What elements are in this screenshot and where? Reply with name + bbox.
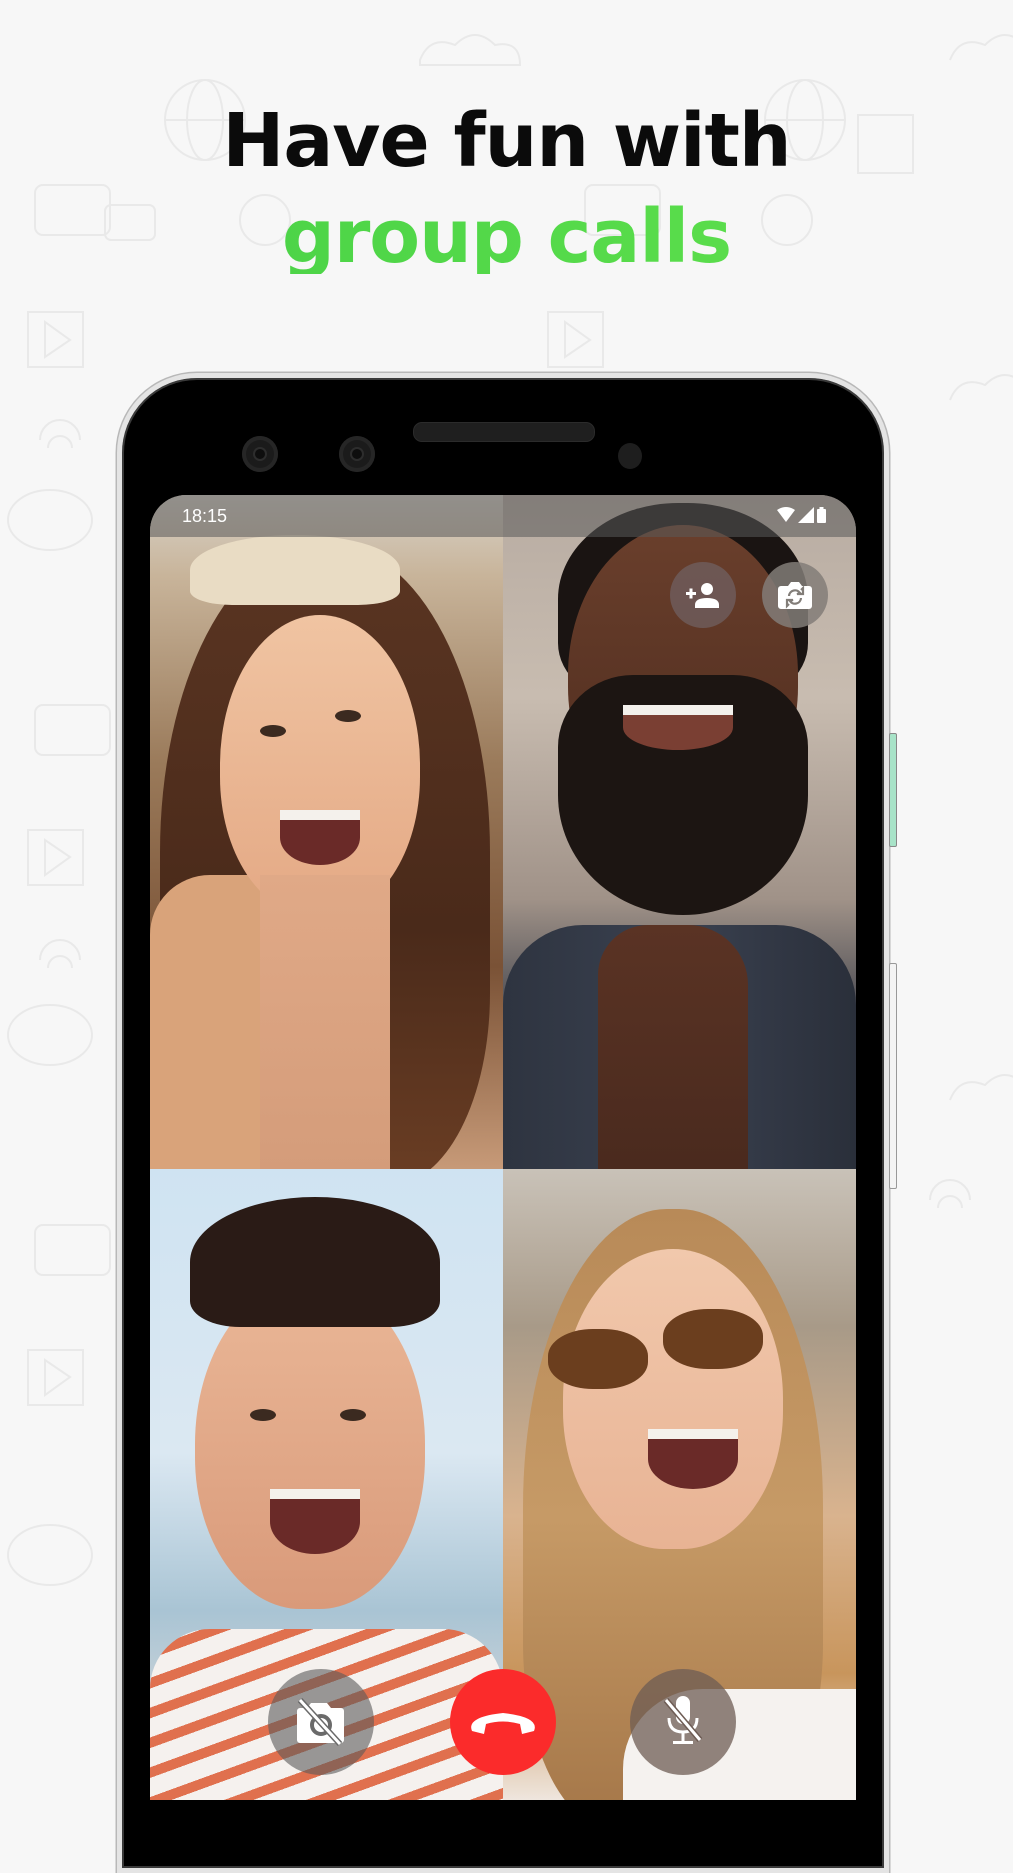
participant-neck [260,875,390,1169]
participant-sunglasses [548,1329,648,1389]
participant-mouth [280,810,360,865]
camera-off-button[interactable] [268,1669,374,1775]
phone-power-button [889,733,897,847]
participant-eye [260,725,286,737]
end-call-button[interactable] [450,1669,556,1775]
participant-face [220,615,420,915]
participant-headband [190,535,400,605]
call-screen: 18:15 [150,495,856,1800]
phone-hangup-icon [471,1713,535,1734]
camera-switch-icon [778,582,812,609]
signal-icon [798,507,814,523]
participant-mouth [648,1429,738,1489]
add-participant-button[interactable] [670,562,736,628]
participant-mouth [623,705,733,750]
front-camera-lens [339,436,375,472]
participant-shoulder [150,875,270,1169]
status-time: 18:15 [182,506,228,526]
battery-icon [817,507,826,523]
headline-line-1: Have fun with [222,98,791,184]
participant-eye [340,1409,366,1421]
headline-line-2: group calls [0,200,1013,274]
wifi-icon [777,507,795,522]
person-add-icon [686,583,719,608]
front-camera-lens [242,436,278,472]
participant-hair [190,1197,440,1327]
proximity-sensor [618,443,642,469]
participant-sunglasses [663,1309,763,1369]
system-icons [777,507,826,523]
switch-camera-button[interactable] [762,562,828,628]
mic-off-icon [663,1696,703,1744]
mute-mic-button[interactable] [630,1669,736,1775]
phone-volume-button [889,963,897,1189]
status-bar: 18:15 [150,495,856,537]
participant-eye [335,710,361,722]
participant-video-tile[interactable] [150,495,503,1169]
phone-earpiece [413,422,595,442]
camera-off-icon [297,1698,344,1746]
participant-eye [250,1409,276,1421]
participant-hand [598,925,748,1169]
participant-face [563,1249,783,1549]
participant-face [195,1279,425,1609]
participant-mouth [270,1489,360,1554]
